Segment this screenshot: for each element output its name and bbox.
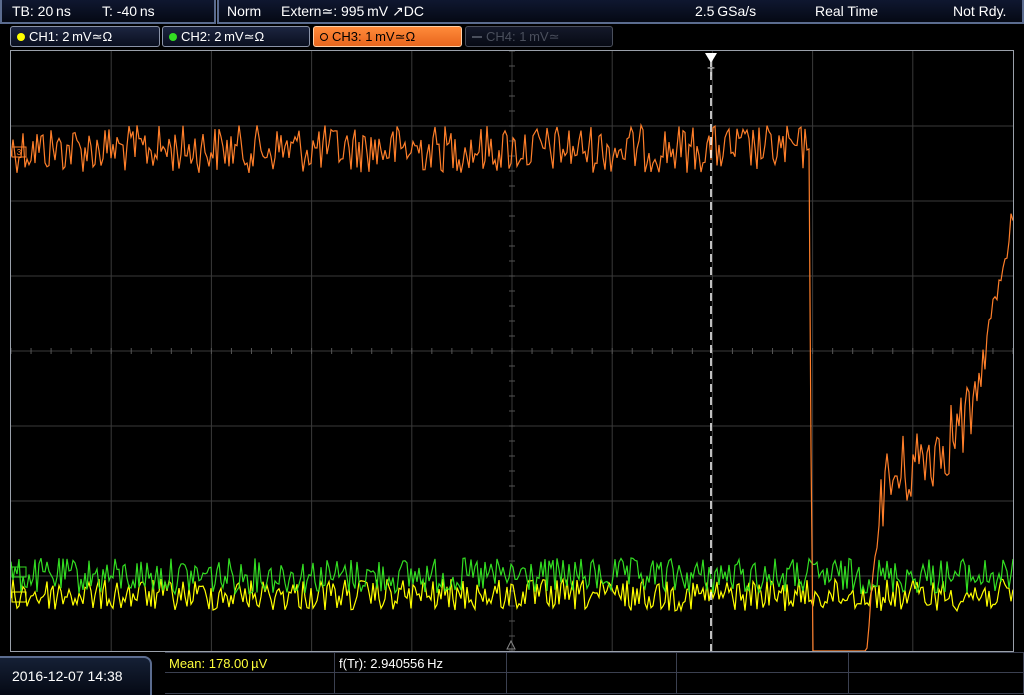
tab-ch4[interactable]: CH4: 1 mV≃ [465, 26, 613, 47]
measurement-slot-4[interactable] [677, 652, 849, 673]
ch3-dot-icon [320, 33, 328, 41]
trigger-source[interactable]: Extern≃: 995 mV ↗DC [281, 0, 424, 22]
tab-ch2[interactable]: CH2: 2 mV≃Ω [162, 26, 310, 47]
acquisition-status: Not Rdy. [953, 3, 1007, 19]
measurement-slot-8[interactable] [507, 673, 677, 694]
timebase-panel[interactable]: TB: 20 ns T: -40 ns [0, 0, 216, 24]
acquisition-mode[interactable]: Real Time [815, 0, 878, 22]
measurement-slot-9[interactable] [677, 673, 849, 694]
measurement-frequency[interactable]: f(Tr): 2.940556 Hz [335, 652, 507, 673]
waveform-canvas[interactable]: T 3 [11, 51, 1013, 651]
tab-ch3[interactable]: CH3: 1 mV≃Ω [313, 26, 462, 47]
measurement-slot-10[interactable] [849, 673, 1024, 694]
measurement-slot-6[interactable] [165, 673, 335, 694]
trigger-arrow-icon[interactable] [705, 53, 717, 63]
measurement-slot-7[interactable] [335, 673, 507, 694]
timebase-value[interactable]: TB: 20 ns [12, 0, 71, 22]
status-bar: TB: 20 ns T: -40 ns Norm Extern≃: 995 mV… [0, 0, 1024, 24]
waveform-display[interactable]: T 3 [10, 50, 1014, 652]
ch3-marker-label: 3 [17, 148, 22, 157]
measurement-slot-5[interactable] [849, 652, 1024, 673]
trigger-label: T [707, 65, 715, 79]
channel-tabs: CH1: 2 mV≃Ω CH2: 2 mV≃Ω CH3: 1 mV≃Ω CH4:… [0, 26, 1024, 48]
trigger-panel[interactable]: Norm Extern≃: 995 mV ↗DC 2.5 GSa/s Real … [217, 0, 1024, 24]
trigger-level-icon [506, 639, 516, 650]
sample-rate[interactable]: 2.5 GSa/s [695, 0, 756, 22]
measurement-slot-3[interactable] [507, 652, 677, 673]
datetime-display: 2016-12-07 14:38 [0, 656, 152, 695]
tab-ch2-label: CH2: 2 mV≃Ω [181, 29, 265, 44]
trigger-position-value[interactable]: T: -40 ns [102, 0, 155, 22]
tab-ch4-label: CH4: 1 mV≃ [486, 29, 560, 44]
ch4-off-icon [472, 36, 482, 38]
tab-ch1[interactable]: CH1: 2 mV≃Ω [10, 26, 160, 47]
tab-ch1-label: CH1: 2 mV≃Ω [29, 29, 113, 44]
bottom-bar: 2016-12-07 14:38 Mean: 178.00 µV f(Tr): … [0, 652, 1024, 695]
ch2-dot-icon [169, 33, 177, 41]
measurement-mean[interactable]: Mean: 178.00 µV [165, 652, 335, 673]
trigger-mode[interactable]: Norm [227, 0, 261, 22]
graticule-grid [11, 51, 1013, 651]
tab-ch3-label: CH3: 1 mV≃Ω [332, 29, 416, 44]
measurement-grid: Mean: 178.00 µV f(Tr): 2.940556 Hz [165, 652, 1024, 695]
ch1-dot-icon [17, 33, 25, 41]
